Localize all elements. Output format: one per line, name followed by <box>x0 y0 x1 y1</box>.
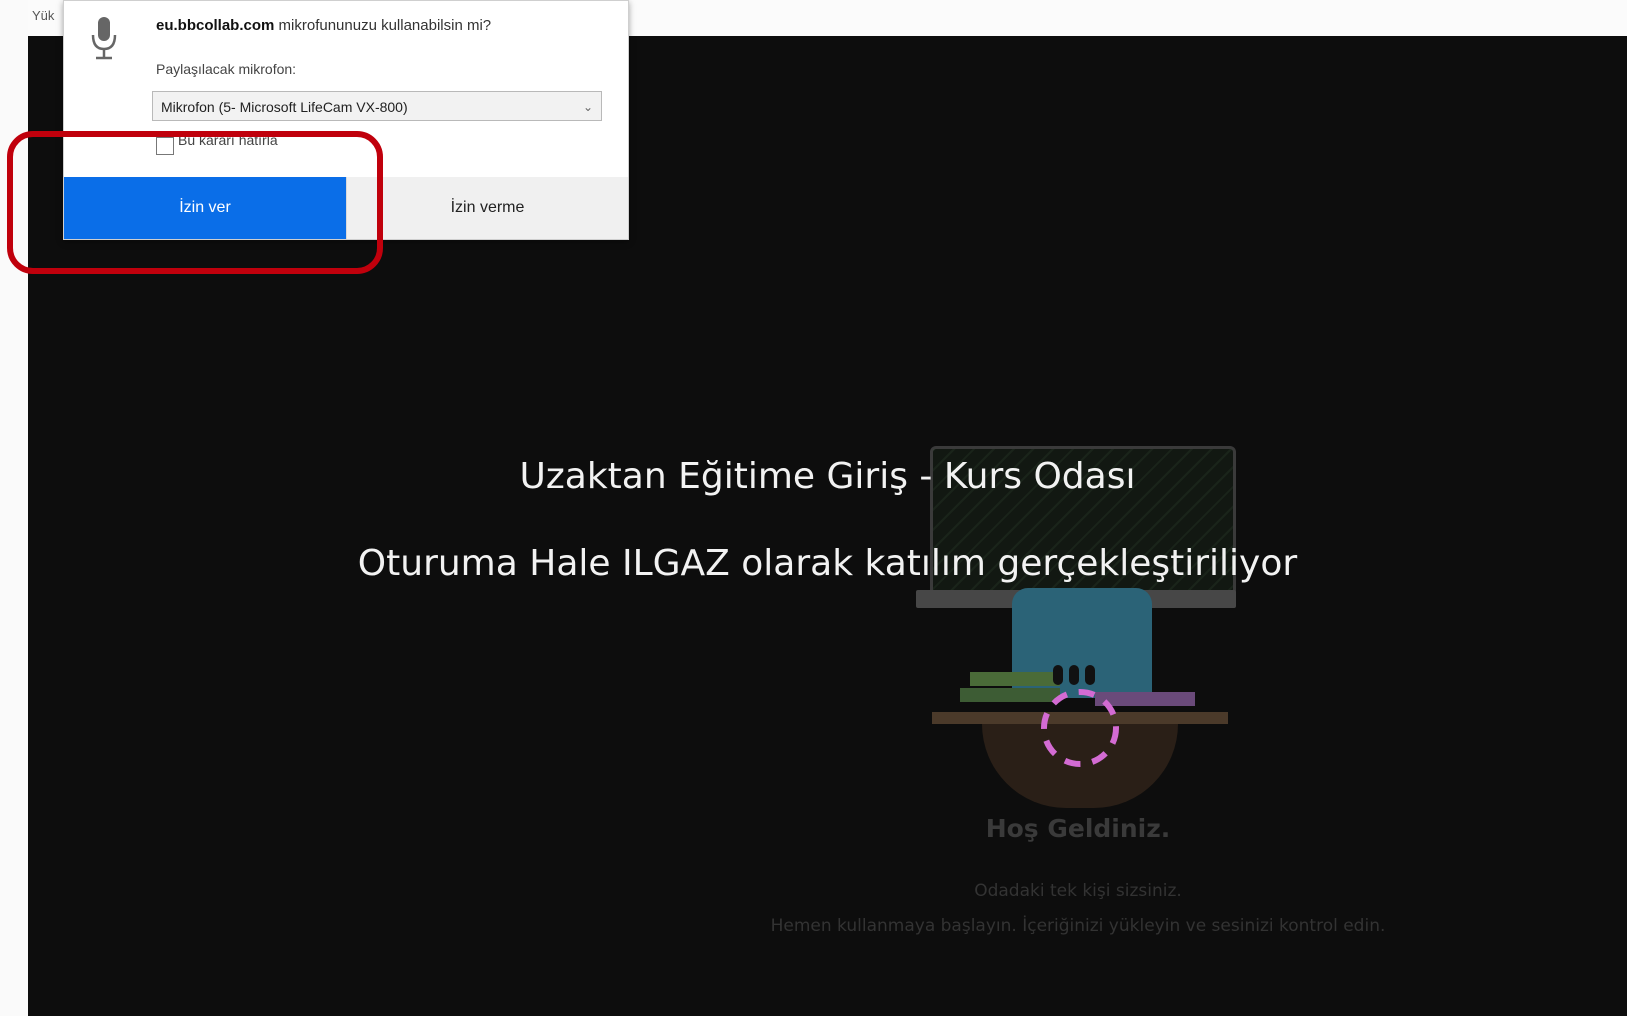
get-started-message: Hemen kullanmaya başlayın. İçeriğinizi y… <box>770 916 1386 936</box>
session-title: Uzaktan Eğitime Giriş - Kurs Odası <box>519 456 1136 497</box>
joining-status: Oturuma Hale ILGAZ olarak katılım gerçek… <box>357 543 1298 584</box>
selected-microphone: Mikrofon (5- Microsoft LifeCam VX-800) <box>161 99 408 115</box>
microphone-share-label: Paylaşılacak mikrofon: <box>156 61 297 77</box>
remember-decision-checkbox[interactable] <box>156 137 174 155</box>
remember-decision-label: Bu kararı hatırla <box>178 132 278 148</box>
allow-button[interactable]: İzin ver <box>64 177 346 239</box>
permission-question: eu.bbcollab.com mikrofununuzu kullanabil… <box>156 17 491 34</box>
books-graphic <box>970 672 1060 686</box>
microphone-permission-prompt: eu.bbcollab.com mikrofununuzu kullanabil… <box>63 0 629 240</box>
browser-status-text: Yük <box>32 8 55 23</box>
deny-button[interactable]: İzin verme <box>346 177 628 239</box>
loading-spinner-icon <box>1041 689 1119 767</box>
microphone-icon <box>91 17 117 60</box>
welcome-heading: Hoş Geldiniz. <box>985 814 1171 843</box>
site-name: eu.bbcollab.com <box>156 17 275 34</box>
question-text: mikrofununuzu kullanabilsin mi? <box>274 17 492 34</box>
microphone-select[interactable]: Mikrofon (5- Microsoft LifeCam VX-800) ⌄ <box>152 91 602 121</box>
browser-left-edge <box>0 0 29 1016</box>
classroom-illustration <box>916 440 1250 820</box>
chevron-down-icon: ⌄ <box>582 100 593 114</box>
alone-message: Odadaki tek kişi sizsiniz. <box>974 881 1182 901</box>
